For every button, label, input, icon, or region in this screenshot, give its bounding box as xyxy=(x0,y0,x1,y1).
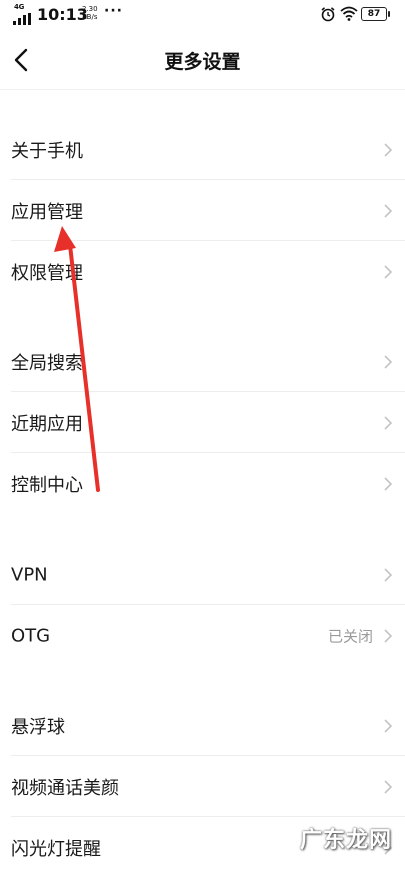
chevron-right-icon xyxy=(384,718,393,733)
setting-label: 悬浮球 xyxy=(11,716,65,738)
setting-row-global-search[interactable]: 全局搜索 xyxy=(0,331,405,392)
network-speed: 2.30 KB/s xyxy=(82,5,98,21)
header: 更多设置 xyxy=(0,30,405,90)
more-notifications-icon: ··· xyxy=(104,3,123,19)
chevron-right-icon xyxy=(384,142,393,157)
setting-label: 关于手机 xyxy=(11,140,83,162)
setting-label: 应用管理 xyxy=(11,201,83,223)
speed-unit: KB/s xyxy=(82,13,98,21)
chevron-right-icon xyxy=(384,415,393,430)
setting-row-control-center[interactable]: 控制中心 xyxy=(0,453,405,514)
header-divider xyxy=(0,89,405,90)
setting-row-recent-apps[interactable]: 近期应用 xyxy=(0,392,405,453)
setting-row-otg[interactable]: OTG 已关闭 xyxy=(0,605,405,666)
battery-icon: 87 xyxy=(361,7,390,21)
alarm-icon xyxy=(321,7,335,22)
chevron-right-icon xyxy=(384,779,393,794)
setting-label: 闪光灯提醒 xyxy=(11,838,101,860)
setting-row-permission-management[interactable]: 权限管理 xyxy=(0,241,405,302)
setting-label: 全局搜索 xyxy=(11,352,83,374)
setting-label: 权限管理 xyxy=(11,262,83,284)
setting-label: 控制中心 xyxy=(11,474,83,496)
chevron-right-icon xyxy=(384,628,393,643)
status-time: 10:13 xyxy=(37,5,88,24)
chevron-right-icon xyxy=(384,203,393,218)
status-bar: 4G 10:13 2.30 KB/s ··· 87 xyxy=(0,0,405,30)
setting-label: 视频通话美颜 xyxy=(11,777,119,799)
setting-row-app-management[interactable]: 应用管理 xyxy=(0,180,405,241)
setting-row-video-call-beauty[interactable]: 视频通话美颜 xyxy=(0,756,405,817)
setting-row-vpn[interactable]: VPN xyxy=(0,544,405,605)
watermark-logo: 广东龙网 xyxy=(300,828,393,853)
signal-icon: 4G xyxy=(13,3,35,25)
chevron-right-icon xyxy=(384,476,393,491)
chevron-right-icon xyxy=(384,567,393,582)
setting-row-floating-ball[interactable]: 悬浮球 xyxy=(0,695,405,756)
chevron-right-icon xyxy=(384,264,393,279)
otg-status-value: 已关闭 xyxy=(327,627,373,645)
setting-label: VPN xyxy=(11,564,48,585)
chevron-right-icon xyxy=(384,354,393,369)
setting-label: OTG xyxy=(11,625,51,646)
wifi-icon xyxy=(340,6,358,21)
setting-label: 近期应用 xyxy=(11,413,83,435)
speed-value: 2.30 xyxy=(82,5,98,13)
page-title: 更多设置 xyxy=(164,51,241,73)
network-type: 4G xyxy=(14,3,25,11)
setting-row-about-phone[interactable]: 关于手机 xyxy=(0,119,405,180)
